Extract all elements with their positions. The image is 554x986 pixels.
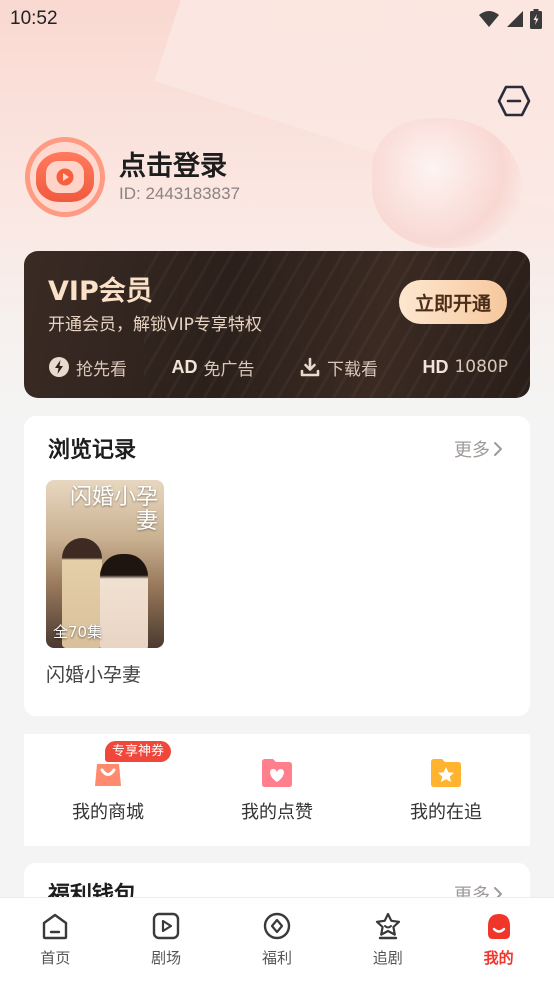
settings-button[interactable] xyxy=(497,85,531,117)
nav-welfare[interactable]: 福利 xyxy=(222,898,332,978)
hd-icon: HD xyxy=(422,356,449,377)
perk-label: 抢先看 xyxy=(76,359,127,380)
nav-label: 追剧 xyxy=(372,949,403,967)
avatar[interactable] xyxy=(25,137,105,217)
poster-title: 闪婚小孕妻 xyxy=(69,485,158,534)
profile-icon xyxy=(487,914,510,939)
download-icon xyxy=(300,357,320,377)
nav-mine[interactable]: 我的 xyxy=(444,898,554,978)
my-mall-button[interactable]: 我的商城 xyxy=(38,754,178,834)
nav-home[interactable]: 首页 xyxy=(0,898,110,978)
browse-history-card: 浏览记录 更多 闪婚小孕妻 全70集 闪婚小孕妻 xyxy=(24,416,530,716)
drama-poster[interactable]: 闪婚小孕妻 全70集 xyxy=(46,480,164,648)
nav-label: 我的 xyxy=(483,949,514,967)
gift-diamond-icon xyxy=(263,912,291,940)
nav-label: 福利 xyxy=(261,949,292,967)
battery-icon xyxy=(530,9,542,29)
avatar-tv-icon xyxy=(36,152,94,202)
perk-no-ads: AD 免广告 xyxy=(171,355,254,380)
vip-activate-button[interactable]: 立即开通 xyxy=(399,280,507,324)
lightning-icon xyxy=(49,357,69,377)
section-title: 浏览记录 xyxy=(48,438,137,463)
vip-title: VIP会员 xyxy=(48,276,153,307)
status-bar: 10:52 xyxy=(0,0,554,38)
play-square-icon xyxy=(152,912,180,940)
status-icons xyxy=(478,9,542,29)
action-label: 我的点赞 xyxy=(241,802,313,823)
play-icon xyxy=(56,168,74,186)
perk-label: 下载看 xyxy=(326,359,378,380)
perk-early-access: 抢先看 xyxy=(48,355,127,380)
vip-perks: 抢先看 AD 免广告 下载看 HD 1080P xyxy=(48,355,508,380)
episode-count: 全70集 xyxy=(53,623,103,641)
exclusive-coupon-badge: 专享神券 xyxy=(105,741,172,762)
vip-subtitle: 开通会员，解锁VIP专享特权 xyxy=(48,315,262,335)
nav-theater[interactable]: 剧场 xyxy=(111,898,221,978)
perk-label: 免广告 xyxy=(203,359,255,380)
poster-figure xyxy=(100,554,148,648)
status-time: 10:52 xyxy=(10,8,58,29)
bottom-nav: 首页 剧场 福利 追剧 我的 xyxy=(0,897,554,986)
settings-hexagon-icon xyxy=(497,85,531,117)
perk-download: 下载看 xyxy=(299,355,378,380)
nav-follow[interactable]: 追剧 xyxy=(333,898,443,978)
action-label: 我的在追 xyxy=(410,802,482,823)
my-likes-button[interactable]: 我的点赞 xyxy=(207,754,347,834)
quick-actions-card: 我的商城 专享神券 我的点赞 我的在追 xyxy=(24,734,530,846)
drama-title[interactable]: 闪婚小孕妻 xyxy=(46,660,141,687)
ad-icon: AD xyxy=(171,356,198,377)
my-following-button[interactable]: 我的在追 xyxy=(376,754,516,834)
user-id: ID: 2443183837 xyxy=(119,184,240,203)
history-more-link[interactable]: 更多 xyxy=(454,436,504,462)
more-label: 更多 xyxy=(454,440,490,461)
heart-folder-icon xyxy=(262,759,292,787)
login-link[interactable]: 点击登录 xyxy=(119,144,227,183)
signal-icon xyxy=(507,11,523,27)
chevron-right-icon xyxy=(494,442,502,456)
star-home-icon xyxy=(375,912,400,940)
perk-hd: HD 1080P xyxy=(422,357,508,378)
nav-label: 首页 xyxy=(40,949,71,967)
action-label: 我的商城 xyxy=(72,802,144,823)
nav-label: 剧场 xyxy=(151,949,182,967)
home-icon xyxy=(43,913,68,940)
perk-label: 1080P xyxy=(454,357,508,377)
wifi-icon xyxy=(479,11,499,27)
vip-card[interactable]: VIP会员 开通会员，解锁VIP专享特权 立即开通 抢先看 AD 免广告 下载看… xyxy=(24,251,530,398)
star-folder-icon xyxy=(431,759,461,787)
